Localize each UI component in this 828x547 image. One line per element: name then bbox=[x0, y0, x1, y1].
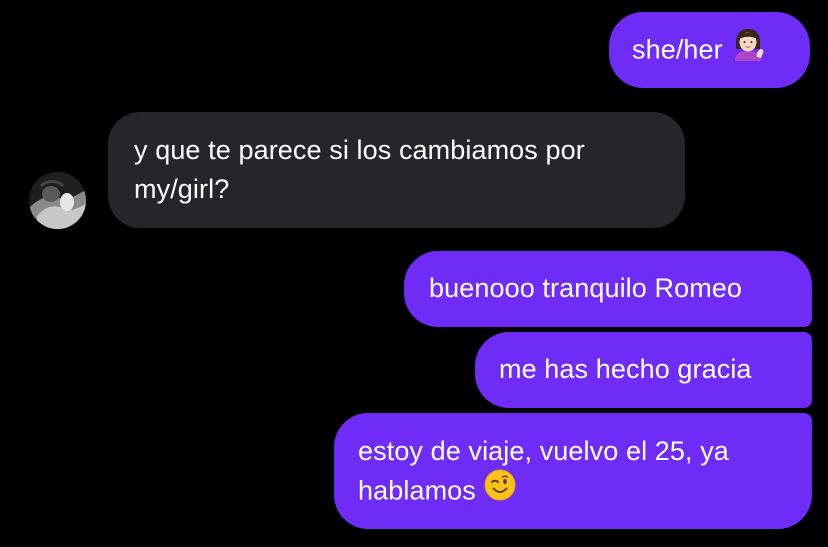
message-text: buenooo tranquilo Romeo bbox=[429, 273, 743, 303]
avatar[interactable] bbox=[29, 172, 86, 229]
message-text-line: y que te parece si los cambiamos por bbox=[134, 135, 585, 165]
outgoing-message-bubble[interactable]: me has hecho gracia bbox=[475, 332, 812, 408]
message-text: me has hecho gracia bbox=[499, 354, 752, 384]
incoming-message-bubble[interactable]: y que te parece si los cambiamos por my/… bbox=[108, 112, 685, 228]
message-text-line: estoy de viaje, vuelvo el 25, ya bbox=[358, 436, 729, 466]
message-text: hablamos bbox=[358, 475, 476, 506]
message-text: she/her bbox=[632, 34, 723, 65]
outgoing-message-bubble[interactable]: estoy de viaje, vuelvo el 25, ya hablamo… bbox=[334, 413, 812, 529]
message-text-line: hablamos bbox=[358, 469, 812, 514]
outgoing-message-bubble[interactable]: she/her bbox=[609, 12, 810, 88]
woman-tipping-hand-emoji-icon bbox=[731, 27, 765, 72]
contact-photo-icon bbox=[29, 172, 86, 229]
outgoing-message-bubble[interactable]: buenooo tranquilo Romeo bbox=[404, 251, 812, 327]
message-text-line: my/girl? bbox=[134, 174, 230, 204]
winking-face-emoji-icon bbox=[484, 469, 516, 512]
